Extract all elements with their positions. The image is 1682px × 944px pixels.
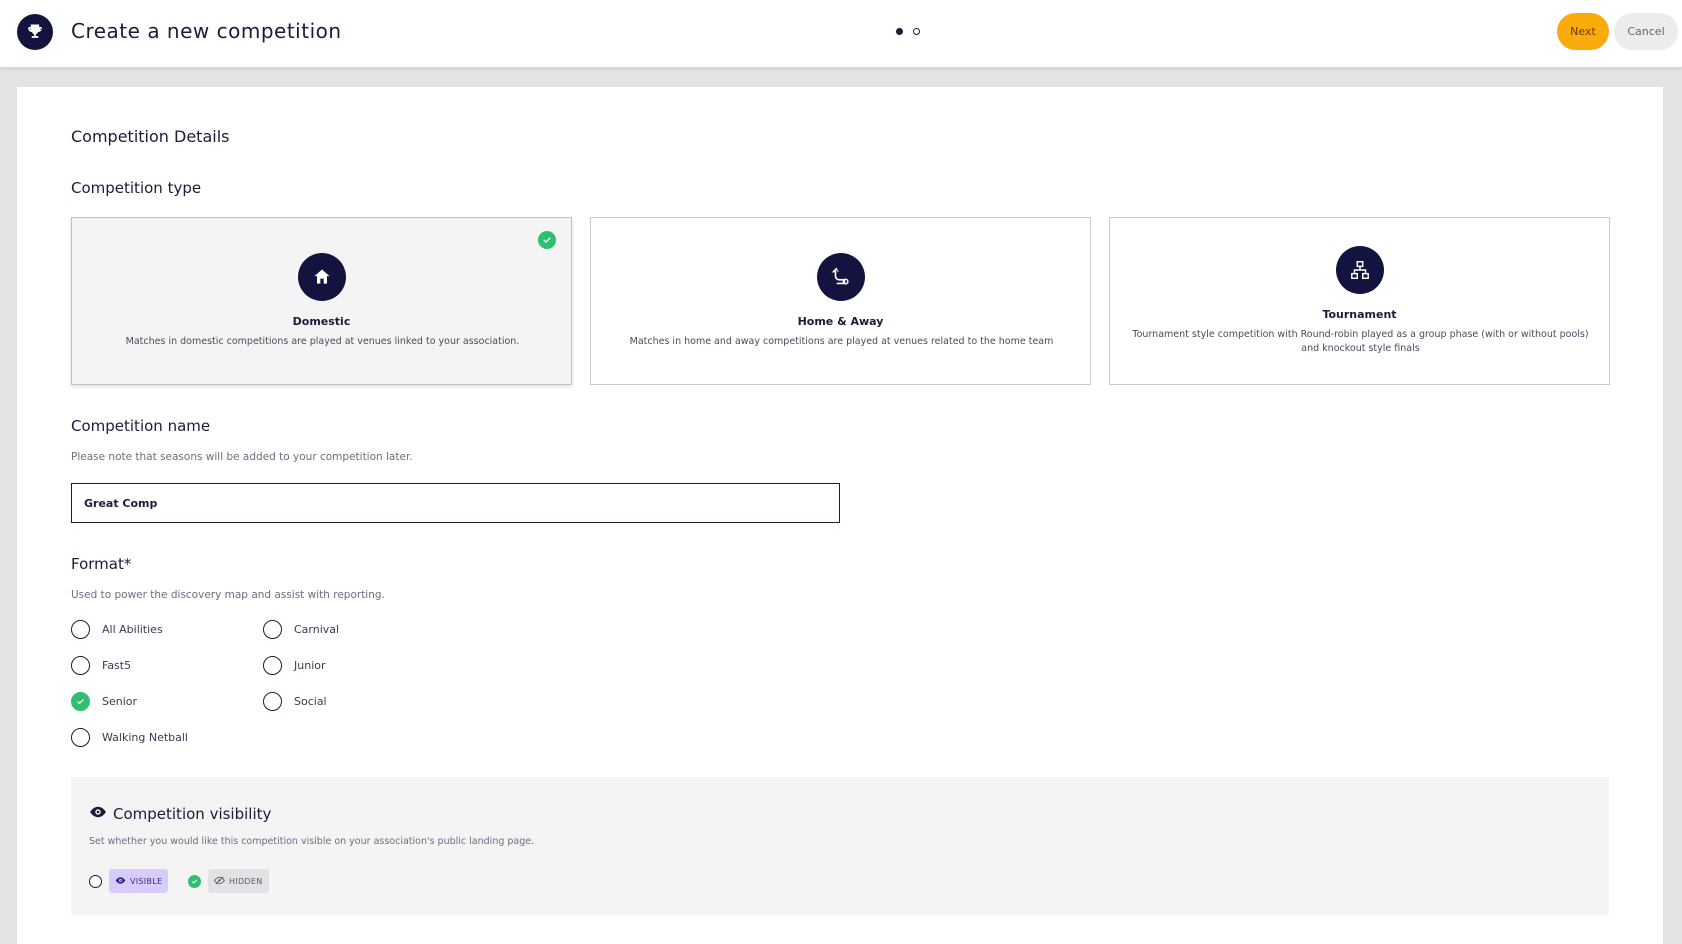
competition-name-heading: Competition name [71, 417, 211, 435]
competition-form: Competition Details Competition type Dom… [17, 87, 1663, 944]
format-helper: Used to power the discovery map and assi… [71, 589, 385, 601]
radio-unchecked-icon[interactable] [263, 620, 282, 639]
type-description: Tournament style competition with Round-… [1132, 329, 1589, 354]
format-option-label: Senior [102, 695, 138, 708]
format-option-senior[interactable]: Senior [71, 692, 137, 711]
type-name: Domestic [292, 315, 351, 328]
visibility-heading-text: Competition visibility [113, 805, 272, 823]
step-dot-next [913, 28, 920, 35]
next-button[interactable]: Next [1557, 13, 1609, 50]
format-option-label: All Abilities [102, 623, 163, 636]
competition-type-heading: Competition type [71, 179, 202, 197]
competition-name-helper: Please note that seasons will be added t… [71, 451, 413, 463]
radio-unchecked-icon[interactable] [89, 874, 102, 888]
type-card-home-away[interactable]: Home & Away Matches in home and away com… [590, 217, 1091, 385]
format-option-carnival[interactable]: Carnival [263, 620, 339, 639]
eye-off-icon [214, 875, 225, 888]
bracket-icon [1336, 246, 1384, 294]
format-option-walking-netball[interactable]: Walking Netball [71, 728, 188, 747]
type-card-tournament[interactable]: Tournament Tournament style competition … [1109, 217, 1610, 385]
radio-checked-icon[interactable] [71, 692, 90, 711]
eye-icon [115, 875, 126, 888]
format-option-social[interactable]: Social [263, 692, 327, 711]
page-title: Create a new competition [71, 19, 342, 43]
top-bar: Create a new competition Next Cancel [0, 0, 1682, 68]
type-name: Home & Away [797, 315, 884, 328]
format-option-label: Junior [294, 659, 326, 672]
radio-unchecked-icon[interactable] [71, 620, 90, 639]
visibility-panel: Competition visibility Set whether you w… [71, 777, 1609, 915]
selected-check-icon [538, 231, 556, 249]
visibility-option-hidden[interactable]: HIDDEN [188, 869, 269, 893]
section-title: Competition Details [71, 127, 230, 146]
format-option-label: Social [294, 695, 327, 708]
radio-unchecked-icon[interactable] [263, 656, 282, 675]
visible-chip-label: VISIBLE [130, 876, 163, 886]
route-icon [817, 253, 865, 301]
radio-checked-icon[interactable] [188, 874, 201, 888]
radio-unchecked-icon[interactable] [71, 728, 90, 747]
competition-name-input[interactable] [71, 483, 840, 523]
visibility-heading: Competition visibility [89, 803, 271, 825]
hidden-chip-label: HIDDEN [229, 876, 263, 886]
type-description: Matches in home and away competitions ar… [629, 336, 1054, 347]
format-option-all-abilities[interactable]: All Abilities [71, 620, 163, 639]
house-icon [298, 253, 346, 301]
type-card-domestic[interactable]: Domestic Matches in domestic competition… [71, 217, 572, 385]
step-dot-current [896, 28, 903, 35]
format-option-label: Walking Netball [102, 731, 188, 744]
type-description: Matches in domestic competitions are pla… [125, 336, 520, 347]
hidden-chip[interactable]: HIDDEN [208, 869, 269, 893]
radio-unchecked-icon[interactable] [263, 692, 282, 711]
trophy-icon [17, 14, 53, 50]
cancel-button[interactable]: Cancel [1614, 13, 1678, 50]
format-option-label: Carnival [294, 623, 340, 636]
format-option-junior[interactable]: Junior [263, 656, 326, 675]
visibility-option-visible[interactable]: VISIBLE [89, 869, 169, 893]
format-option-fast5[interactable]: Fast5 [71, 656, 131, 675]
visible-chip[interactable]: VISIBLE [109, 869, 169, 893]
visibility-helper: Set whether you would like this competit… [89, 836, 535, 847]
radio-unchecked-icon[interactable] [71, 656, 90, 675]
format-option-label: Fast5 [102, 659, 132, 672]
step-indicator [896, 28, 920, 35]
type-name: Tournament [1322, 308, 1397, 321]
eye-icon [89, 803, 107, 825]
format-heading: Format* [71, 555, 132, 573]
